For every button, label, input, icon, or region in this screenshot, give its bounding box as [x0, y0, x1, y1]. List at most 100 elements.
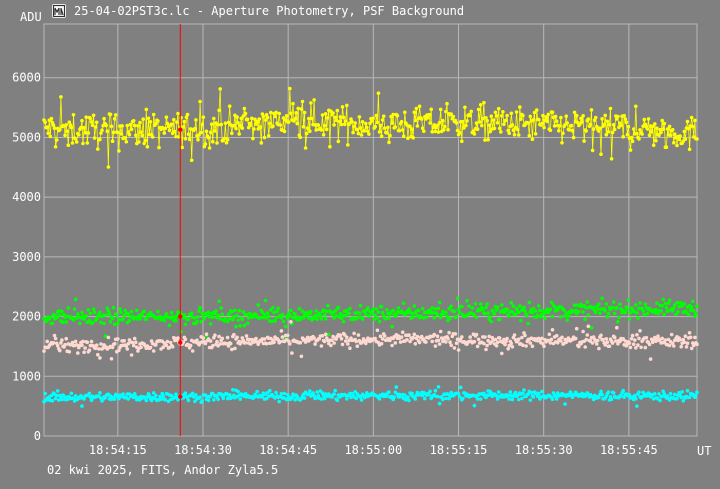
data-point: [456, 391, 461, 396]
data-point: [163, 126, 168, 131]
data-point: [169, 122, 174, 126]
data-point: [297, 306, 302, 311]
data-point: [104, 313, 108, 317]
data-point: [407, 307, 411, 311]
data-point: [598, 126, 602, 130]
data-point: [589, 325, 594, 330]
data-point: [433, 388, 438, 393]
data-point: [89, 120, 94, 124]
data-point: [93, 346, 98, 351]
data-point: [468, 113, 473, 118]
data-point: [211, 343, 215, 348]
time-cursor[interactable]: [178, 24, 183, 436]
data-point: [415, 334, 420, 339]
data-point: [60, 397, 64, 402]
data-point: [431, 310, 436, 315]
series-4: [42, 385, 699, 408]
data-point: [329, 343, 333, 348]
data-point: [154, 343, 158, 347]
data-point: [223, 121, 228, 125]
data-point: [635, 404, 639, 408]
data-point: [540, 336, 544, 341]
data-point: [212, 397, 216, 402]
data-point: [424, 340, 428, 344]
data-point: [689, 346, 694, 351]
data-point: [628, 148, 633, 152]
data-point: [162, 131, 167, 135]
data-point: [393, 341, 398, 345]
data-point: [262, 135, 267, 140]
data-point: [256, 303, 261, 307]
data-point: [642, 117, 647, 122]
data-point: [509, 300, 514, 305]
data-point: [382, 334, 387, 338]
data-point: [346, 342, 350, 346]
data-point: [211, 315, 215, 320]
data-point: [64, 336, 68, 341]
data-point: [588, 122, 593, 127]
data-point: [243, 341, 248, 345]
data-point: [437, 342, 442, 346]
data-point: [310, 116, 314, 121]
data-point: [430, 130, 435, 134]
data-point: [375, 316, 380, 320]
data-point: [427, 112, 431, 117]
data-point: [537, 117, 541, 122]
data-point: [683, 137, 688, 141]
observation-info: 02 kwi 2025, FITS, Andor Zyla5.5: [47, 463, 279, 477]
data-point: [387, 140, 391, 145]
data-point: [84, 115, 88, 119]
data-point: [228, 341, 233, 346]
data-point: [631, 127, 636, 131]
data-point: [489, 114, 494, 118]
data-point: [470, 306, 475, 310]
data-point: [335, 398, 340, 403]
data-point: [521, 391, 525, 396]
data-point: [50, 398, 55, 403]
data-point: [126, 312, 131, 316]
data-point: [688, 335, 693, 340]
data-point: [307, 316, 311, 320]
data-point: [474, 121, 479, 125]
data-point: [653, 122, 657, 126]
data-point: [586, 117, 591, 121]
data-point: [693, 335, 697, 340]
data-point: [553, 114, 558, 119]
data-point: [549, 337, 554, 342]
data-point: [64, 320, 68, 324]
data-point: [604, 132, 609, 137]
data-point: [370, 311, 374, 316]
data-point: [603, 113, 607, 118]
chart-icon[interactable]: [52, 4, 66, 18]
data-point: [596, 338, 600, 343]
data-point: [45, 339, 49, 344]
data-point: [335, 108, 340, 113]
data-point: [473, 302, 478, 306]
light-curve-plot[interactable]: 0 1000 2000 3000 4000 5000 6000 18:54:15 18:54:3…: [0, 0, 720, 489]
data-point: [240, 317, 245, 322]
data-point: [524, 344, 528, 348]
data-point: [561, 131, 565, 136]
data-point: [235, 313, 239, 318]
data-point: [316, 123, 321, 127]
data-point: [385, 131, 389, 135]
data-point: [435, 394, 440, 399]
data-point: [284, 114, 289, 118]
data-point: [589, 108, 594, 112]
data-point: [204, 332, 209, 337]
data-point: [600, 392, 604, 397]
data-point: [452, 346, 457, 350]
data-point: [675, 143, 679, 148]
data-point: [58, 313, 62, 318]
data-point: [193, 126, 197, 131]
data-point: [358, 303, 363, 308]
data-point: [686, 312, 691, 317]
data-point: [164, 115, 169, 119]
data-point: [82, 350, 86, 355]
data-point: [113, 113, 118, 117]
data-point: [278, 123, 283, 127]
data-point: [460, 139, 464, 144]
data-point: [419, 117, 424, 121]
data-point: [116, 337, 120, 341]
data-point: [132, 336, 137, 341]
